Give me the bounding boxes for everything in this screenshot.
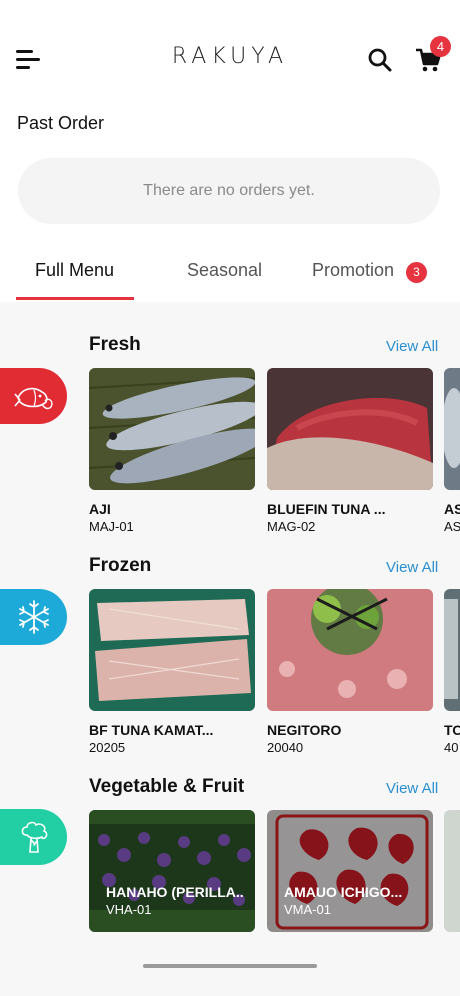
product-image (444, 368, 460, 490)
section-title-vegetable-fruit: Vegetable & Fruit (89, 776, 245, 797)
fish-icon[interactable] (0, 368, 67, 424)
product-code: 20040 (267, 740, 304, 755)
product-card-hanaho[interactable]: HANAHO (PERILLA.. VHA-01 (89, 810, 255, 932)
active-tab-indicator (16, 297, 134, 300)
tab-full-menu[interactable]: Full Menu (35, 260, 114, 281)
product-image (444, 810, 460, 932)
product-code: VMA-01 (284, 902, 331, 917)
view-all-vegetable-fruit-link[interactable]: View All (386, 780, 438, 797)
product-name: AMAUO ICHIGO... (284, 884, 403, 900)
promotion-count-badge: 3 (406, 262, 427, 283)
product-name: TO (444, 722, 460, 738)
product-name: BF TUNA KAMAT... (89, 722, 214, 738)
product-name: NEGITORO (267, 722, 342, 738)
product-code: 20205 (89, 740, 126, 755)
past-order-title: Past Order (17, 113, 105, 133)
product-name: HANAHO (PERILLA.. (106, 884, 244, 900)
product-card-aji[interactable]: AJI MAJ-01 (89, 368, 255, 534)
product-name: AJI (89, 501, 111, 517)
broccoli-icon[interactable] (0, 809, 67, 865)
product-code: AS (444, 519, 460, 534)
tab-promotion[interactable]: Promotion (312, 260, 394, 281)
section-title-frozen: Frozen (89, 555, 152, 576)
product-card-negitoro[interactable]: NEGITORO 20040 (267, 589, 433, 755)
menu-tabs: Full Menu Seasonal Promotion 3 (0, 246, 460, 302)
product-card-partial[interactable]: TO 40 (444, 589, 460, 755)
product-card-amauo-ichigo[interactable]: AMAUO ICHIGO... VMA-01 (267, 810, 433, 932)
product-code: 40 (444, 740, 459, 755)
product-card-bf-tuna-kamatoro[interactable]: BF TUNA KAMAT... 20205 (89, 589, 255, 755)
view-all-frozen-link[interactable]: View All (386, 559, 438, 576)
section-title-fresh: Fresh (89, 334, 141, 355)
product-code: MAJ-01 (89, 519, 134, 534)
bluefin-tuna-image (267, 368, 433, 490)
app-header: RAKUYA 4 (0, 0, 460, 110)
product-name: AS (444, 501, 460, 517)
product-card-bluefin-tuna[interactable]: BLUEFIN TUNA ... MAG-02 (267, 368, 433, 534)
product-card-partial[interactable] (444, 810, 460, 932)
product-code: MAG-02 (267, 519, 316, 534)
aji-fish-image (89, 368, 255, 490)
tab-seasonal[interactable]: Seasonal (187, 260, 262, 281)
view-all-fresh-link[interactable]: View All (386, 338, 438, 355)
product-name: BLUEFIN TUNA ... (267, 501, 386, 517)
snowflake-icon[interactable] (0, 589, 67, 645)
product-card-partial[interactable]: AS AS (444, 368, 460, 534)
home-indicator[interactable] (143, 964, 317, 968)
search-icon[interactable] (366, 46, 394, 74)
product-label: HANAHO (PERILLA.. VHA-01 (106, 884, 244, 917)
product-label: AMAUO ICHIGO... VMA-01 (284, 884, 402, 917)
product-code: VHA-01 (106, 902, 152, 917)
bf-tuna-kamatoro-image (89, 589, 255, 711)
negitoro-image (267, 589, 433, 711)
cart-count-badge: 4 (430, 36, 451, 57)
product-image (444, 589, 460, 711)
menu-content: Fresh View All AJI MAJ-01 BLUEFIN TUNA .… (0, 302, 460, 996)
empty-orders-message: There are no orders yet. (18, 158, 440, 224)
